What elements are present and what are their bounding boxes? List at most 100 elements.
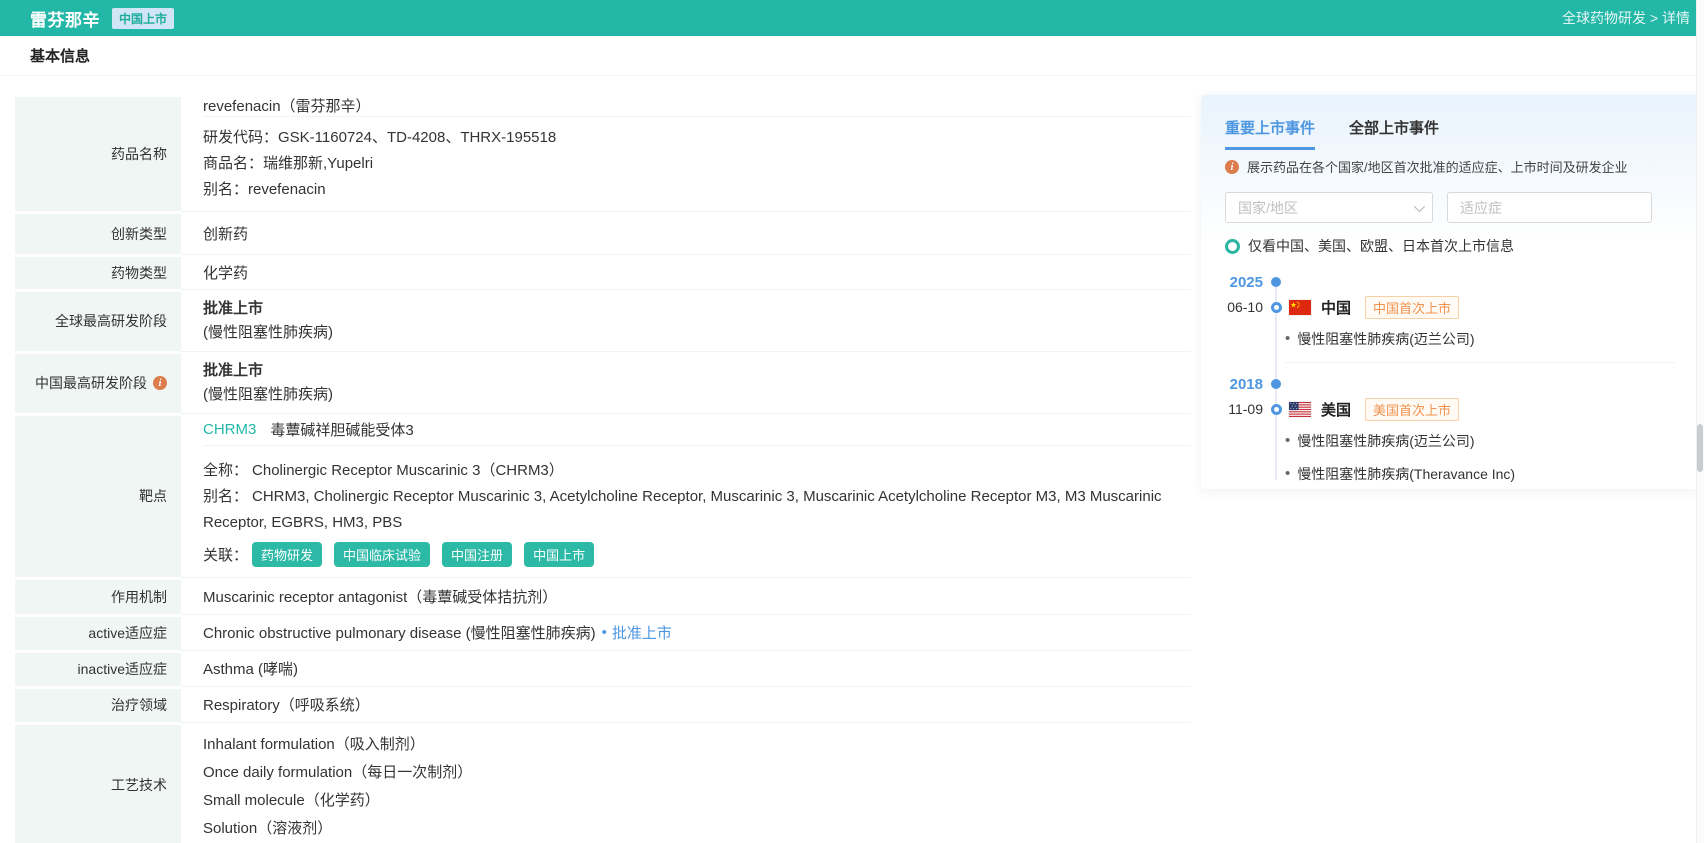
drug-dev-code: 研发代码：GSK-1160724、TD-4208、THRX-195518	[203, 129, 557, 146]
first-launch-badge: 美国首次上市	[1365, 397, 1460, 421]
target-fullname-key: 全称：	[203, 462, 249, 479]
drug-alias: 别名：revefenacin	[203, 181, 326, 198]
tab-all-events[interactable]: 全部上市事件	[1349, 117, 1439, 150]
table-row-drug-type: 药物类型 化学药	[15, 255, 1191, 290]
global-stage-indication: (慢性阻塞性肺疾病)	[203, 323, 333, 341]
year-dot-icon	[1271, 379, 1281, 389]
row-label: 创新类型	[15, 213, 181, 254]
technology-item: Inhalant formulation（吸入制剂）	[203, 736, 425, 753]
top-header-bar: 雷芬那辛 中国上市 全球药物研发 > 详情	[0, 0, 1704, 36]
table-row-technology: 工艺技术 Inhalant formulation（吸入制剂） Once dai…	[15, 723, 1191, 843]
china-listed-badge: 中国上市	[112, 7, 175, 29]
info-icon[interactable]: i	[153, 376, 167, 390]
timeline-item: • 慢性阻塞性肺疾病(Theravance Inc)	[1285, 464, 1675, 484]
radio-label: 仅看中国、美国、欧盟、日本首次上市信息	[1248, 238, 1514, 254]
timeline-item-text: 慢性阻塞性肺疾病(Theravance Inc)	[1297, 466, 1516, 482]
section-title: 基本信息	[30, 48, 91, 65]
events-hint-text: 展示药品在各个国家/地区首次批准的适应症、上市时间及研发企业	[1247, 160, 1628, 175]
row-label: 治疗领域	[15, 688, 181, 722]
timeline-date: 06-10	[1227, 299, 1263, 315]
row-label: 全球最高研发阶段	[15, 291, 181, 351]
technology-item: Once daily formulation（每日一次制剂）	[203, 764, 473, 781]
relation-tag[interactable]: 中国临床试验	[334, 542, 431, 567]
table-row-drug-name: 药品名称 revefenacin（雷芬那辛） 研发代码：GSK-1160724、…	[15, 95, 1191, 212]
bullet-icon: •	[1285, 330, 1291, 347]
therapy-area-value: Respiratory（呼吸系统）	[181, 687, 1191, 723]
basic-info-table: 药品名称 revefenacin（雷芬那辛） 研发代码：GSK-1160724、…	[15, 95, 1191, 843]
global-stage-value: 批准上市	[203, 299, 264, 317]
timeline-item-text: 慢性阻塞性肺疾病(迈兰公司)	[1297, 331, 1475, 347]
breadcrumb[interactable]: 全球药物研发 > 详情	[1562, 8, 1690, 28]
indication-filter-input[interactable]	[1447, 192, 1652, 223]
target-gene-link[interactable]: CHRM3	[203, 421, 256, 438]
date-dot-icon	[1270, 301, 1282, 313]
scrollbar-track[interactable]	[1696, 0, 1704, 843]
table-row-global-stage: 全球最高研发阶段 批准上市 (慢性阻塞性肺疾病)	[15, 290, 1191, 352]
timeline-group-usa: 2018 11-09 美国 美国首次上市 • 慢性阻塞性肺疾病(迈兰公司) • …	[1225, 374, 1675, 484]
table-row-inactive-indication: inactive适应症 Asthma (哮喘)	[15, 651, 1191, 687]
row-label: 药物类型	[15, 256, 181, 289]
timeline-item-text: 慢性阻塞性肺疾病(迈兰公司)	[1297, 433, 1475, 449]
scrollbar-thumb[interactable]	[1697, 424, 1703, 472]
chevron-down-icon	[1413, 200, 1426, 212]
technology-item: Small molecule（化学药）	[203, 792, 380, 809]
row-label: 作用机制	[15, 579, 181, 614]
relation-tag[interactable]: 药物研发	[252, 542, 323, 567]
tab-important-events[interactable]: 重要上市事件	[1225, 117, 1316, 150]
first-launch-badge: 中国首次上市	[1365, 295, 1460, 319]
year-dot-icon	[1271, 277, 1281, 287]
usa-flag-icon	[1289, 401, 1311, 417]
events-filters: 国家/地区	[1225, 192, 1675, 223]
table-row-innovation-type: 创新类型 创新药	[15, 212, 1191, 255]
first-launch-filter: 仅看中国、美国、欧盟、日本首次上市信息	[1225, 236, 1675, 256]
table-row-moa: 作用机制 Muscarinic receptor antagonist（毒蕈碱受…	[15, 578, 1191, 615]
target-alias-key: 别名：	[203, 488, 249, 505]
events-hint: i 展示药品在各个国家/地区首次批准的适应症、上市时间及研发企业	[1225, 160, 1675, 176]
row-label: active适应症	[15, 616, 181, 650]
radio-button[interactable]	[1225, 238, 1240, 254]
timeline-item: • 慢性阻塞性肺疾病(迈兰公司)	[1285, 329, 1675, 349]
relation-tag[interactable]: 中国上市	[524, 542, 595, 567]
target-alias-value: CHRM3, Cholinergic Receptor Muscarinic 3…	[203, 488, 1162, 531]
country-region-select[interactable]: 国家/地区	[1225, 192, 1433, 223]
info-icon: i	[1225, 160, 1239, 174]
active-indication-value: Chronic obstructive pulmonary disease (慢…	[203, 625, 596, 642]
table-row-active-indication: active适应症 Chronic obstructive pulmonary …	[15, 615, 1191, 651]
target-relation-key: 关联：	[203, 547, 249, 564]
timeline-group-china: 2025 06-10 中国 中国首次上市 • 慢性阻塞性肺疾病(迈兰公司)	[1225, 272, 1675, 363]
timeline-year: 2025	[1229, 273, 1263, 291]
timeline-date: 11-09	[1228, 401, 1263, 417]
row-label: 靶点	[15, 415, 181, 577]
row-label: 工艺技术	[15, 724, 181, 843]
row-label-text: 中国最高研发阶段	[35, 375, 147, 391]
innovation-type-value: 创新药	[181, 212, 1191, 255]
target-fullname-value: Cholinergic Receptor Muscarinic 3（CHRM3）	[252, 462, 564, 479]
inactive-indication-value: Asthma (哮喘)	[181, 651, 1191, 687]
section-header: 基本信息	[0, 36, 1704, 76]
drug-primary-name: revefenacin（雷芬那辛）	[203, 95, 1191, 117]
china-flag-icon	[1289, 299, 1311, 315]
timeline-year: 2018	[1229, 375, 1263, 393]
bullet-icon: •	[1285, 432, 1291, 449]
bullet-icon: •	[1285, 465, 1291, 482]
country-region-placeholder: 国家/地区	[1238, 199, 1298, 216]
table-row-target: 靶点 CHRM3 毒蕈碱祥胆碱能受体3 全称： Cholinergic Recep…	[15, 414, 1191, 578]
timeline-country: 美国	[1321, 401, 1352, 419]
timeline-item: • 慢性阻塞性肺疾病(迈兰公司)	[1285, 431, 1675, 451]
timeline-country: 中国	[1321, 299, 1352, 317]
row-label: 药品名称	[15, 96, 181, 211]
date-dot-icon	[1270, 403, 1282, 415]
approved-status-link[interactable]: 批准上市	[612, 622, 672, 643]
china-stage-value: 批准上市	[203, 361, 264, 379]
row-label: 中国最高研发阶段 i	[15, 353, 181, 413]
market-events-panel: 重要上市事件 全部上市事件 i 展示药品在各个国家/地区首次批准的适应症、上市时…	[1201, 95, 1699, 489]
events-tabs: 重要上市事件 全部上市事件	[1225, 117, 1675, 150]
bullet-separator: •	[601, 624, 607, 641]
table-row-therapy-area: 治疗领域 Respiratory（呼吸系统）	[15, 687, 1191, 723]
table-row-china-stage: 中国最高研发阶段 i 批准上市 (慢性阻塞性肺疾病)	[15, 352, 1191, 414]
drug-type-value: 化学药	[181, 255, 1191, 290]
row-label: inactive适应症	[15, 652, 181, 686]
technology-item: Solution（溶液剂）	[203, 820, 333, 837]
relation-tag[interactable]: 中国注册	[442, 542, 513, 567]
timeline-divider	[1285, 362, 1675, 363]
